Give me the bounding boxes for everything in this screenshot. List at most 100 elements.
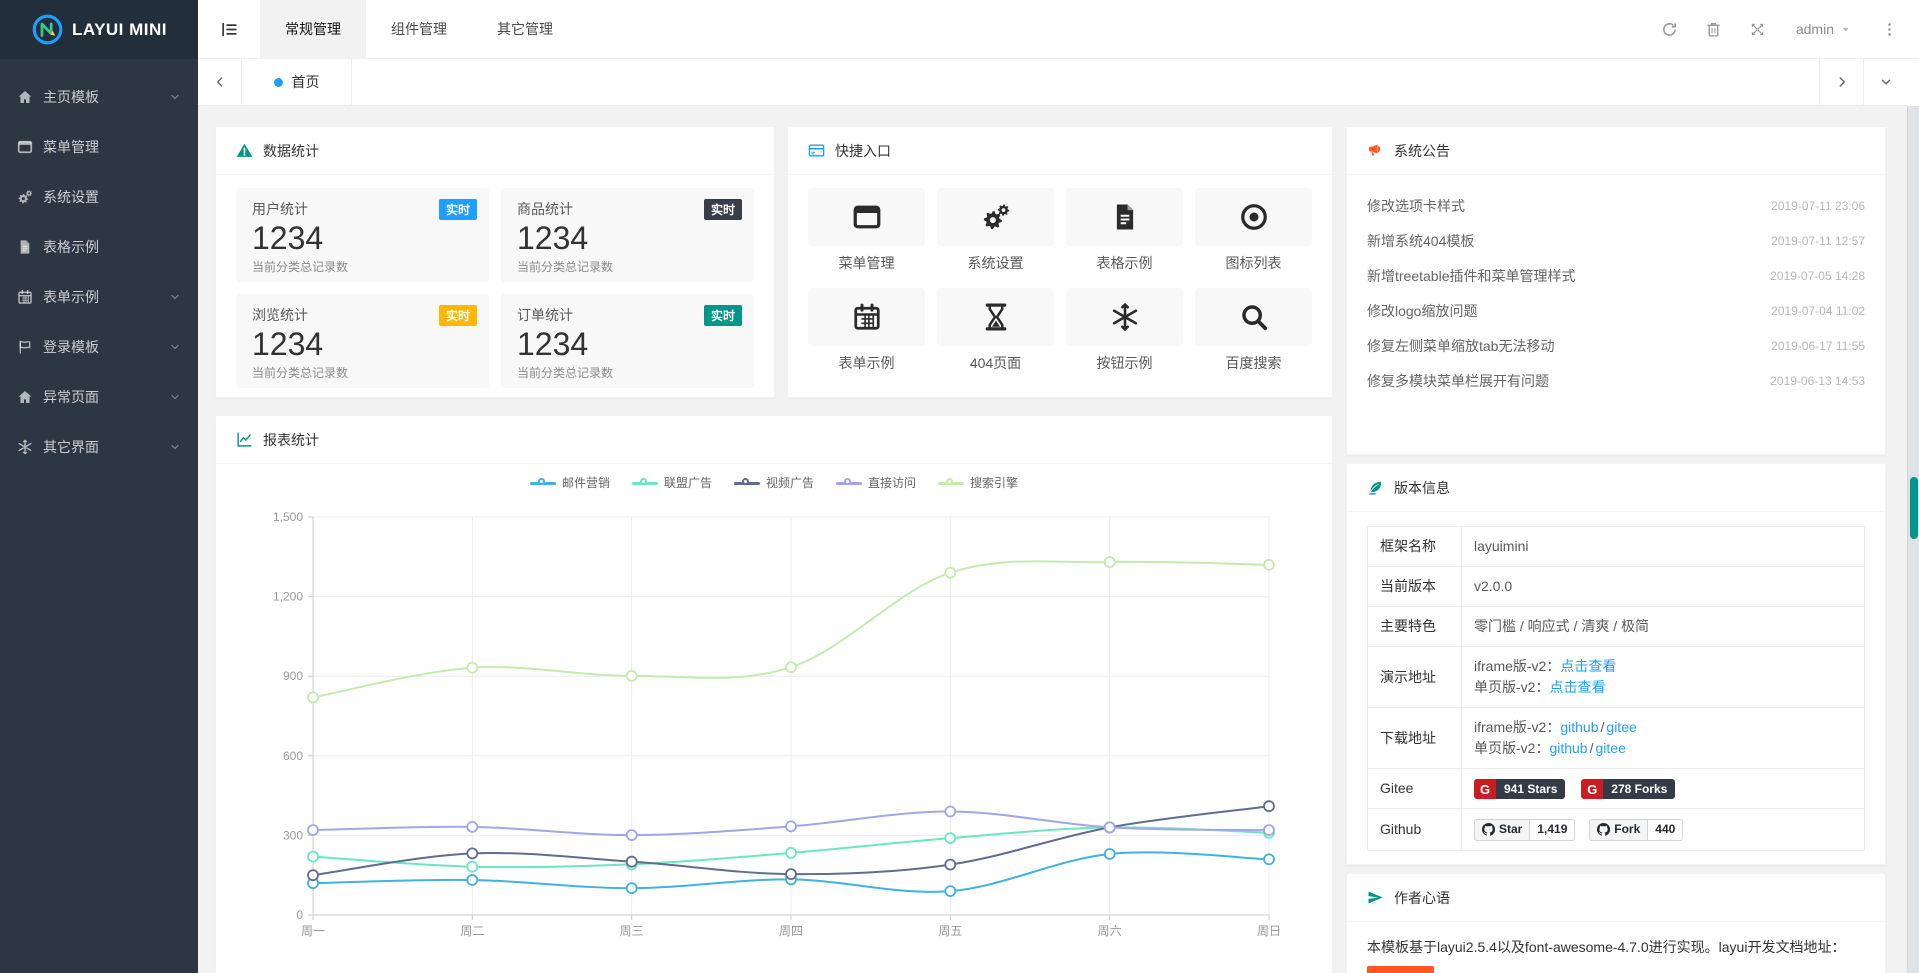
hourglass-icon [981,302,1011,332]
notice-text: 修复多模块菜单栏展开有问题 [1367,371,1549,391]
demo-link-single[interactable]: 点击查看 [1549,679,1605,695]
legend-item[interactable]: 视频广告 [734,474,814,491]
dl-github-link[interactable]: github [1560,719,1598,735]
dl-gitee-link[interactable]: gitee [1606,719,1636,735]
demo-link-iframe[interactable]: 点击查看 [1560,658,1616,674]
quick-entry-item[interactable]: 表单示例 [808,288,925,373]
notice-item: 修复多模块菜单栏展开有问题 2019-06-13 14:53 [1367,363,1865,398]
table-row: 当前版本 v2.0.0 [1368,567,1865,607]
sidebar-item[interactable]: 异常页面 [0,372,198,422]
github-star-count: 1,419 [1530,819,1575,841]
logo-icon [31,13,64,46]
row-label: 框架名称 [1368,527,1462,567]
quick-entry-icon-box [1195,188,1312,246]
topnav-tab[interactable]: 组件管理 [366,0,472,59]
sidebar-item[interactable]: 菜单管理 [0,122,198,172]
quick-entry-label: 图标列表 [1195,253,1312,273]
user-menu[interactable]: admin [1780,21,1867,37]
github-fork-count: 440 [1648,819,1683,841]
sidebar-item[interactable]: 表单示例 [0,272,198,322]
legend-marker [836,477,862,489]
stat-card-value: 1234 [252,220,473,256]
notice-date: 2019-06-13 14:53 [1770,374,1865,388]
more-vertical-icon[interactable] [1867,0,1911,59]
notice-date: 2019-07-11 12:57 [1771,234,1865,248]
svg-text:1,500: 1,500 [273,510,303,524]
gitee-stars-badge[interactable]: G941 Stars [1474,779,1565,799]
realtime-badge: 实时 [439,199,477,220]
svg-text:周一: 周一 [301,924,325,938]
version-table-wrap: 框架名称 layuimini 当前版本 v2.0.0 主要特色 零门槛 / 响应… [1347,512,1885,865]
notice-date: 2019-07-04 11:02 [1771,304,1865,318]
file-icon [1110,202,1140,232]
stats-grid: 用户统计1234当前分类总记录数实时商品统计1234当前分类总记录数实时浏览统计… [216,175,774,398]
stat-card: 浏览统计1234当前分类总记录数实时 [236,294,489,388]
stat-card: 订单统计1234当前分类总记录数实时 [501,294,754,388]
tab-home[interactable]: 首页 [242,59,352,105]
row-value: iframe版-v2：点击查看 单页版-v2：点击查看 [1462,647,1865,708]
tab-home-label: 首页 [292,72,320,92]
quick-entry-icon-box [1066,288,1183,346]
sidebar-item[interactable]: 表格示例 [0,222,198,272]
tab-options-icon[interactable] [1863,59,1907,105]
stat-card-value: 1234 [517,220,738,256]
search-icon [1239,302,1269,332]
fullscreen-icon[interactable] [1736,0,1780,59]
sidebar-item[interactable]: 主页模板 [0,72,198,122]
notice-text: 修改选项卡样式 [1367,196,1465,216]
page-scrollbar-thumb[interactable] [1910,477,1918,539]
app-logo: LAYUI MINI [0,0,198,59]
table-row: 主要特色 零门槛 / 响应式 / 清爽 / 极简 [1368,607,1865,647]
dl-gitee-link[interactable]: gitee [1596,740,1626,756]
panel-title: 快捷入口 [835,141,891,161]
sidebar-item-label: 表格示例 [43,237,181,257]
legend-label: 搜索引擎 [970,474,1018,491]
quick-entry-item[interactable]: 系统设置 [937,188,1054,273]
collapse-sidebar-icon[interactable] [198,0,260,59]
home-icon [17,89,33,105]
version-table: 框架名称 layuimini 当前版本 v2.0.0 主要特色 零门槛 / 响应… [1367,526,1865,851]
notice-item: 修改logo缩放问题2019-07-04 11:02 [1367,293,1865,328]
stat-card-value: 1234 [517,326,738,362]
row-value: Star 1,419 Fork440 [1462,809,1865,850]
gitee-forks-label: 278 Forks [1603,779,1675,799]
svg-text:周五: 周五 [938,924,962,938]
table-row: Gitee G941 Stars G278 Forks [1368,769,1865,809]
dl-line1-prefix: iframe版-v2： [1474,719,1560,735]
sidebar-item[interactable]: 系统设置 [0,172,198,222]
topnav-tab[interactable]: 常规管理 [260,0,366,59]
dl-github-link[interactable]: github [1549,740,1587,756]
github-star-badge[interactable]: Star 1,419 [1474,819,1575,841]
flag-icon [17,339,33,355]
tab-scroll-left-icon[interactable] [198,59,242,105]
legend-item[interactable]: 邮件营销 [530,474,610,491]
quick-entry-item[interactable]: 404页面 [937,288,1054,373]
gitee-forks-badge[interactable]: G278 Forks [1581,779,1675,799]
quick-entry-icon-box [1066,188,1183,246]
quick-entry-icon-box [808,288,925,346]
topnav-tab[interactable]: 其它管理 [472,0,578,59]
quick-entry-item[interactable]: 按钮示例 [1066,288,1183,373]
sidebar-item[interactable]: 其它界面 [0,422,198,472]
quick-entry-label: 系统设置 [937,253,1054,273]
stat-card: 用户统计1234当前分类总记录数实时 [236,188,489,282]
legend-item[interactable]: 直接访问 [836,474,916,491]
notice-text: 修复左侧菜单缩放tab无法移动 [1367,336,1554,356]
sidebar-item[interactable]: 登录模板 [0,322,198,372]
layui-doc-button[interactable]: layui文档 [1367,966,1434,973]
quick-entry-item[interactable]: 菜单管理 [808,188,925,273]
github-fork-badge[interactable]: Fork440 [1589,819,1683,841]
legend-circle [538,478,545,485]
panel-header: 版本信息 [1347,464,1885,512]
quick-entry-item[interactable]: 图标列表 [1195,188,1312,273]
sidebar-item-label: 异常页面 [43,387,169,407]
quick-entry-item[interactable]: 表格示例 [1066,188,1183,273]
tab-scroll-right-icon[interactable] [1819,59,1863,105]
quick-grid: 菜单管理系统设置表格示例图标列表表单示例404页面按钮示例百度搜索 [788,175,1332,386]
github-star-label: Star [1499,819,1522,840]
legend-item[interactable]: 搜索引擎 [938,474,1018,491]
clear-cache-trash-icon[interactable] [1692,0,1736,59]
legend-item[interactable]: 联盟广告 [632,474,712,491]
refresh-icon[interactable] [1648,0,1692,59]
quick-entry-item[interactable]: 百度搜索 [1195,288,1312,373]
